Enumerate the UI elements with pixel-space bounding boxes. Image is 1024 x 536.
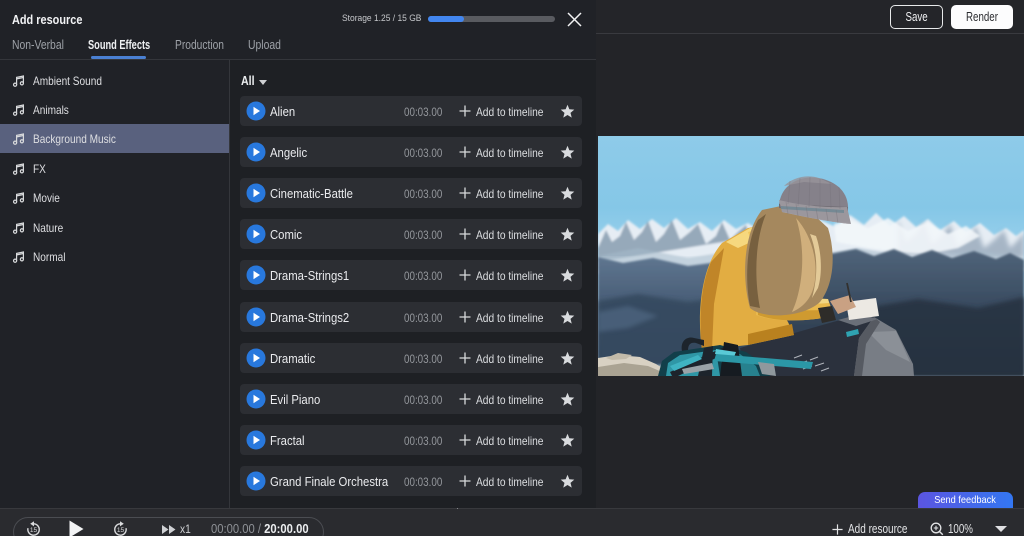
svg-text:15: 15 xyxy=(117,527,125,534)
svg-text:15: 15 xyxy=(30,527,38,534)
